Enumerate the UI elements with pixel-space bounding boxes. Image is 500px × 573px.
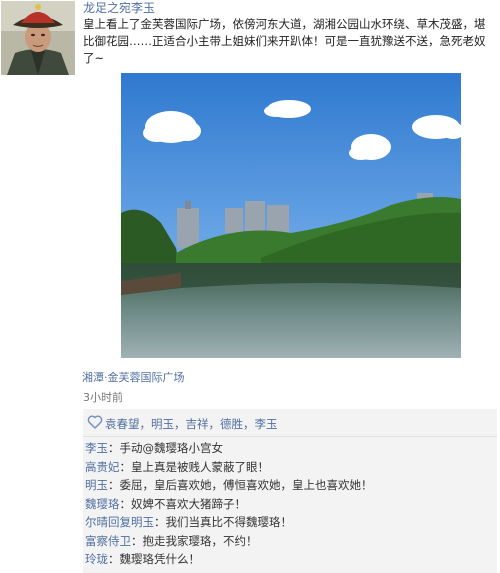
comment-author[interactable]: 尔晴回复明玉 [85, 515, 154, 529]
comment-text: ：皇上真是被贱人蒙蔽了眼！ [119, 459, 270, 474]
liker-name[interactable]: 吉祥 [186, 417, 209, 431]
post-photo[interactable] [121, 73, 461, 358]
liker-name[interactable]: 德胜 [220, 417, 243, 431]
comment-text: ：委屈，皇后喜欢她，傅恒喜欢她，皇上也喜欢她！ [108, 478, 373, 492]
like-row: 袁春望，明玉，吉祥，德胜，李玉 [83, 409, 497, 437]
comment-author[interactable]: 高贵妃 [85, 460, 120, 474]
post-username[interactable]: 龙足之宛李玉 [83, 0, 155, 16]
post-location[interactable]: 湘潭·金芙蓉国际广场 [82, 371, 185, 385]
liker-name[interactable]: 明玉 [151, 417, 174, 431]
comment-text: ：我们当真比不得魏璎珞！ [154, 515, 292, 529]
comment-author[interactable]: 玲珑 [85, 552, 108, 566]
comment-text: ：奴婢不喜欢大猪蹄子！ [119, 496, 247, 511]
comment-author[interactable]: 李玉 [85, 441, 108, 455]
comment-author[interactable]: 明玉 [85, 478, 108, 492]
comment-text: ：魏璎珞凭什么！ [108, 552, 200, 566]
comment-text: ：手动@魏璎珞小宫女 [108, 441, 223, 455]
comment-item[interactable]: 富察侍卫：抱走我家璎珞，不约！ [83, 532, 497, 551]
liker-name[interactable]: 李玉 [255, 417, 278, 431]
comment-text: ：抱走我家璎珞，不约！ [131, 533, 258, 548]
liker-name[interactable]: 袁春望 [105, 417, 140, 431]
likers-list: 袁春望，明玉，吉祥，德胜，李玉 [105, 417, 278, 431]
comment-item[interactable]: 玲珑：魏璎珞凭什么！ [83, 550, 497, 569]
comment-list: 李玉：手动@魏璎珞小宫女 高贵妃：皇上真是被贱人蒙蔽了眼！ 明玉：委屈，皇后喜欢… [83, 439, 497, 569]
comment-author[interactable]: 魏璎珞 [85, 497, 120, 511]
comment-item[interactable]: 明玉：委屈，皇后喜欢她，傅恒喜欢她，皇上也喜欢她！ [83, 476, 497, 495]
comment-item[interactable]: 高贵妃：皇上真是被贱人蒙蔽了眼！ [83, 458, 497, 477]
comment-item[interactable]: 尔晴回复明玉：我们当真比不得魏璎珞！ [83, 513, 497, 532]
comment-author[interactable]: 富察侍卫 [85, 534, 131, 548]
comment-item[interactable]: 李玉：手动@魏璎珞小宫女 [83, 439, 497, 458]
comment-item[interactable]: 魏璎珞：奴婢不喜欢大猪蹄子！ [83, 495, 497, 514]
post-time: 3小时前 [83, 391, 123, 404]
post-text: 皇上看上了金芙蓉国际广场，依傍河东大道，湖湘公园山水环绕、草木茂盛，堪比御花园…… [83, 17, 486, 65]
interactions-panel: 袁春望，明玉，吉祥，德胜，李玉 李玉：手动@魏璎珞小宫女 高贵妃：皇上真是被贱人… [83, 409, 497, 573]
heart-icon[interactable] [87, 414, 103, 430]
avatar[interactable] [1, 1, 75, 75]
